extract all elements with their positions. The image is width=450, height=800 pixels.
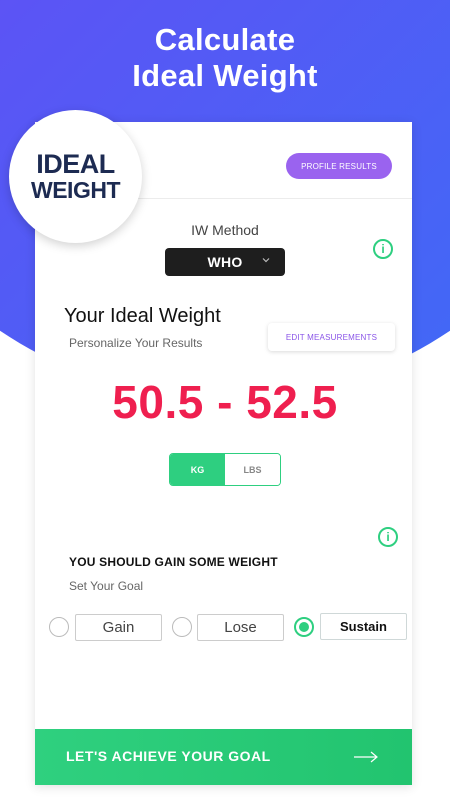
goal-lose-radio[interactable] bbox=[172, 617, 192, 637]
ideal-weight-range: 50.5 - 52.5 bbox=[112, 376, 338, 428]
iw-method-label: IW Method bbox=[191, 222, 259, 238]
logo-text-line-1: IDEAL bbox=[36, 148, 115, 179]
goal-info-icon[interactable]: i bbox=[378, 527, 398, 547]
ideal-weight-title: Your Ideal Weight bbox=[64, 305, 221, 327]
goal-sustain-radio[interactable] bbox=[294, 617, 314, 637]
method-info-icon[interactable]: i bbox=[373, 239, 393, 259]
logo-text-line-2: WEIGHT bbox=[31, 176, 121, 203]
personalize-subtitle: Personalize Your Results bbox=[69, 336, 203, 350]
unit-toggle: KG LBS bbox=[169, 453, 281, 486]
unit-kg-button[interactable]: KG bbox=[170, 454, 225, 485]
headline-line-1: Calculate bbox=[154, 22, 296, 57]
headline-line-2: Ideal Weight bbox=[132, 58, 318, 93]
iw-method-value: WHO bbox=[207, 254, 243, 270]
promo-headline: Calculate Ideal Weight bbox=[0, 22, 450, 94]
weight-advice: YOU SHOULD GAIN SOME WEIGHT bbox=[69, 555, 278, 569]
achieve-goal-label: LET'S ACHIEVE YOUR GOAL bbox=[66, 748, 271, 764]
profile-results-button[interactable]: PROFILE RESULTS bbox=[286, 153, 392, 179]
goal-gain-radio[interactable] bbox=[49, 617, 69, 637]
unit-lbs-button[interactable]: LBS bbox=[225, 454, 280, 485]
iw-method-dropdown[interactable]: WHO bbox=[165, 248, 285, 276]
goal-lose-option[interactable]: Lose bbox=[197, 614, 284, 641]
chevron-down-icon bbox=[262, 258, 270, 263]
set-goal-label: Set Your Goal bbox=[69, 579, 144, 593]
ideal-weight-logo: IDEAL WEIGHT bbox=[9, 110, 142, 243]
achieve-goal-button[interactable]: LET'S ACHIEVE YOUR GOAL bbox=[35, 729, 412, 785]
edit-measurements-button[interactable]: EDIT MEASUREMENTS bbox=[268, 323, 395, 351]
goal-gain-option[interactable]: Gain bbox=[75, 614, 162, 641]
arrow-right-icon bbox=[354, 751, 378, 763]
goal-sustain-option[interactable]: Sustain bbox=[320, 613, 407, 640]
